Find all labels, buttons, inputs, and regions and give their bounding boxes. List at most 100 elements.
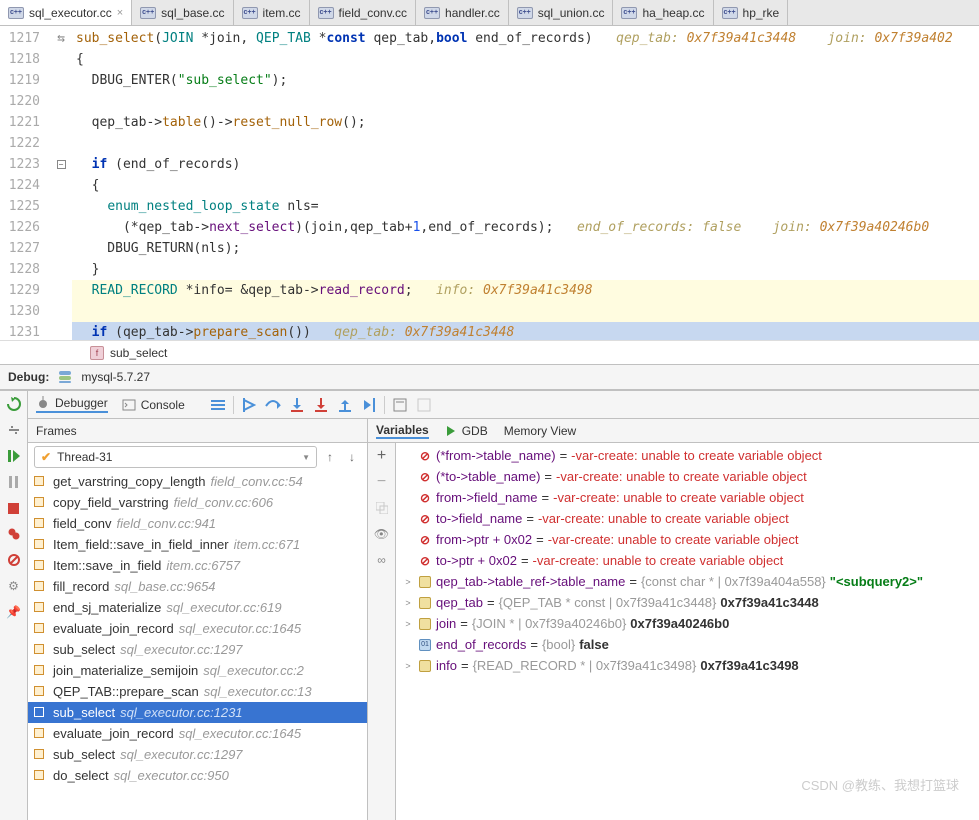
- cpp-file-icon: c++: [722, 7, 738, 19]
- code-line[interactable]: }: [72, 259, 979, 280]
- frame-name: copy_field_varstring: [53, 495, 169, 510]
- variable-row[interactable]: ⊘to->ptr + 0x02 = -var-create: unable to…: [396, 550, 979, 571]
- stack-frame[interactable]: evaluate_join_record sql_executor.cc:164…: [28, 723, 367, 744]
- rerun-button[interactable]: [5, 395, 23, 413]
- code-line[interactable]: qep_tab->table()->reset_null_row();: [72, 112, 979, 133]
- tab-memory-view[interactable]: Memory View: [504, 424, 576, 438]
- variable-row[interactable]: >qep_tab->table_ref->table_name = {const…: [396, 571, 979, 592]
- view-breakpoints-button[interactable]: [5, 525, 23, 543]
- variable-row[interactable]: >join = {JOIN * | 0x7f39a40246b0} 0x7f39…: [396, 613, 979, 634]
- stack-frame[interactable]: get_varstring_copy_length field_conv.cc:…: [28, 471, 367, 492]
- debug-more-button[interactable]: ⚙: [5, 577, 23, 595]
- stack-frame[interactable]: Item::save_in_field item.cc:6757: [28, 555, 367, 576]
- file-tab[interactable]: c++handler.cc: [416, 0, 509, 25]
- tab-gdb[interactable]: GDB: [445, 424, 488, 438]
- expand-toggle[interactable]: >: [402, 661, 414, 671]
- code-editor[interactable]: 1217121812191220122112221223122412251226…: [0, 26, 979, 340]
- step-out-button[interactable]: [336, 396, 354, 414]
- code-line[interactable]: READ_RECORD *info= &qep_tab->read_record…: [72, 280, 979, 301]
- step-over-button[interactable]: [264, 396, 282, 414]
- code-line[interactable]: [72, 133, 979, 154]
- tab-console[interactable]: Console: [122, 398, 185, 412]
- stack-frame[interactable]: field_conv field_conv.cc:941: [28, 513, 367, 534]
- pause-button[interactable]: [5, 473, 23, 491]
- stack-frame[interactable]: evaluate_join_record sql_executor.cc:164…: [28, 618, 367, 639]
- stack-frame[interactable]: sub_select sql_executor.cc:1297: [28, 639, 367, 660]
- duplicate-watch-button[interactable]: [373, 499, 391, 517]
- prev-frame-button[interactable]: ↑: [321, 448, 339, 466]
- stack-frame[interactable]: sub_select sql_executor.cc:1231: [28, 702, 367, 723]
- file-tab[interactable]: c++sql_union.cc: [509, 0, 614, 25]
- evaluate-expression-button[interactable]: [391, 396, 409, 414]
- resume-button[interactable]: [5, 447, 23, 465]
- force-step-into-button[interactable]: [312, 396, 330, 414]
- stack-frame[interactable]: fill_record sql_base.cc:9654: [28, 576, 367, 597]
- stack-frame[interactable]: QEP_TAB::prepare_scan sql_executor.cc:13: [28, 681, 367, 702]
- cpp-file-icon: c++: [140, 7, 156, 19]
- variable-row[interactable]: ⊘(*from->table_name) = -var-create: unab…: [396, 445, 979, 466]
- variable-row[interactable]: ⊘(*to->table_name) = -var-create: unable…: [396, 466, 979, 487]
- file-tab[interactable]: c++sql_executor.cc×: [0, 0, 132, 25]
- step-into-button[interactable]: [288, 396, 306, 414]
- variable-row[interactable]: ⊘from->ptr + 0x02 = -var-create: unable …: [396, 529, 979, 550]
- variable-row[interactable]: ⊘to->field_name = -var-create: unable to…: [396, 508, 979, 529]
- variable-row[interactable]: 01end_of_records = {bool} false: [396, 634, 979, 655]
- variable-list[interactable]: ⊘(*from->table_name) = -var-create: unab…: [396, 443, 979, 820]
- stop-button[interactable]: [5, 499, 23, 517]
- variable-row[interactable]: ⊘from->field_name = -var-create: unable …: [396, 487, 979, 508]
- code-line[interactable]: (*qep_tab->next_select)(join,qep_tab+1,e…: [72, 217, 979, 238]
- stack-frame[interactable]: join_materialize_semijoin sql_executor.c…: [28, 660, 367, 681]
- settings-button[interactable]: [5, 421, 23, 439]
- code-line[interactable]: if (qep_tab->prepare_scan()) qep_tab: 0x…: [72, 322, 979, 340]
- code-line[interactable]: {: [72, 49, 979, 70]
- frame-icon: [34, 623, 48, 635]
- debug-config-name[interactable]: mysql-5.7.27: [81, 370, 150, 384]
- code-line[interactable]: if (end_of_records): [72, 154, 979, 175]
- tab-variables[interactable]: Variables: [376, 423, 429, 439]
- frame-list[interactable]: get_varstring_copy_length field_conv.cc:…: [28, 471, 367, 820]
- breadcrumb-function[interactable]: sub_select: [110, 346, 167, 360]
- file-tab[interactable]: c++item.cc: [234, 0, 310, 25]
- next-frame-button[interactable]: ↓: [343, 448, 361, 466]
- add-watch-button[interactable]: +: [373, 447, 391, 465]
- frame-name: do_select: [53, 768, 109, 783]
- fold-icon[interactable]: −: [57, 160, 66, 169]
- stack-frame[interactable]: end_sj_materialize sql_executor.cc:619: [28, 597, 367, 618]
- expand-toggle[interactable]: >: [402, 577, 414, 587]
- variable-row[interactable]: >info = {READ_RECORD * | 0x7f39a41c3498}…: [396, 655, 979, 676]
- stack-frame[interactable]: copy_field_varstring field_conv.cc:606: [28, 492, 367, 513]
- frame-icon: [34, 665, 48, 677]
- show-execution-point-button[interactable]: [240, 396, 258, 414]
- frame-location: field_conv.cc:941: [117, 516, 217, 531]
- file-tab[interactable]: c++field_conv.cc: [310, 0, 416, 25]
- code-line[interactable]: {: [72, 175, 979, 196]
- expand-toggle[interactable]: >: [402, 619, 414, 629]
- thread-dropdown[interactable]: ✔ Thread-31 ▼: [34, 446, 317, 468]
- code-line[interactable]: DBUG_ENTER("sub_select");: [72, 70, 979, 91]
- mute-breakpoints-button[interactable]: [5, 551, 23, 569]
- code-line[interactable]: [72, 301, 979, 322]
- threads-list-button[interactable]: [209, 396, 227, 414]
- code-line[interactable]: sub_select(JOIN *join, QEP_TAB *const qe…: [72, 28, 979, 49]
- stack-frame[interactable]: do_select sql_executor.cc:950: [28, 765, 367, 786]
- link-button[interactable]: ∞: [373, 551, 391, 569]
- code-line[interactable]: [72, 91, 979, 112]
- show-watches-button[interactable]: 👁: [373, 525, 391, 543]
- file-tab[interactable]: c++sql_base.cc: [132, 0, 233, 25]
- stack-frame[interactable]: Item_field::save_in_field_inner item.cc:…: [28, 534, 367, 555]
- code-content[interactable]: sub_select(JOIN *join, QEP_TAB *const qe…: [72, 26, 979, 340]
- run-to-cursor-button[interactable]: [360, 396, 378, 414]
- expand-toggle[interactable]: >: [402, 598, 414, 608]
- frame-location: item.cc:671: [234, 537, 300, 552]
- remove-watch-button[interactable]: −: [373, 473, 391, 491]
- pin-button[interactable]: 📌: [5, 603, 23, 621]
- close-icon[interactable]: ×: [117, 7, 123, 19]
- trace-button[interactable]: [415, 396, 433, 414]
- code-line[interactable]: enum_nested_loop_state nls=: [72, 196, 979, 217]
- code-line[interactable]: DBUG_RETURN(nls);: [72, 238, 979, 259]
- tab-debugger[interactable]: Debugger: [36, 396, 108, 413]
- stack-frame[interactable]: sub_select sql_executor.cc:1297: [28, 744, 367, 765]
- file-tab[interactable]: c++hp_rke: [714, 0, 789, 25]
- variable-row[interactable]: >qep_tab = {QEP_TAB * const | 0x7f39a41c…: [396, 592, 979, 613]
- file-tab[interactable]: c++ha_heap.cc: [613, 0, 713, 25]
